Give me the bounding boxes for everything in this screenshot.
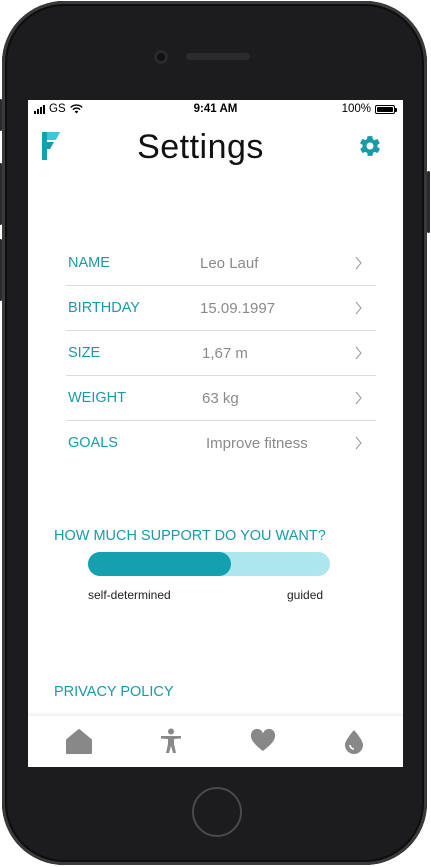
home-button[interactable] [192,787,242,837]
row-size[interactable]: SIZE 1,67 m [66,331,376,376]
row-value: 63 kg [202,389,239,407]
status-bar: GS 9:41 AM 100% [28,100,403,120]
row-value: Leo Lauf [200,254,259,272]
page-title: Settings [137,128,264,166]
chevron-right-icon [355,436,362,450]
support-level-fill [88,552,231,576]
row-weight[interactable]: WEIGHT 63 kg [66,376,376,421]
row-label: BIRTHDAY [68,300,140,316]
chevron-right-icon [355,301,362,315]
power-button [427,171,430,233]
row-label: SIZE [68,345,101,361]
support-heading: HOW MUCH SUPPORT DO YOU WANT? [54,528,326,544]
row-label: GOALS [68,435,118,451]
chevron-right-icon [355,346,362,360]
row-name[interactable]: NAME Leo Lauf [66,241,376,286]
heart-icon[interactable] [250,728,276,754]
slider-max-label: guided [287,588,324,602]
chevron-right-icon [355,391,362,405]
support-level-slider[interactable] [88,552,330,576]
volume-down-button [0,239,2,301]
drop-icon[interactable] [341,728,367,754]
row-label: WEIGHT [68,390,126,406]
bottom-tab-bar [28,716,403,767]
mute-switch [0,99,2,131]
person-icon[interactable] [158,728,184,754]
app-screen: GS 9:41 AM 100% Settings NAME Leo Lauf B… [28,100,403,767]
row-label: NAME [68,255,110,271]
volume-up-button [0,163,2,225]
battery-percent: 100% [341,103,371,115]
privacy-policy-link[interactable]: PRIVACY POLICY [54,684,174,700]
chevron-right-icon [355,256,362,270]
slider-min-label: self-determined [88,588,171,602]
front-camera [154,50,168,64]
row-value: 15.09.1997 [200,299,276,317]
row-value: Improve fitness [206,434,308,452]
row-value: 1,67 m [202,344,248,362]
row-goals[interactable]: GOALS Improve fitness [66,421,376,465]
earpiece-speaker [186,53,250,60]
battery-icon [375,104,397,114]
row-birthday[interactable]: BIRTHDAY 15.09.1997 [66,286,376,331]
profile-settings-list: NAME Leo Lauf BIRTHDAY 15.09.1997 SIZE 1… [66,241,376,465]
home-icon[interactable] [66,728,92,754]
gear-icon[interactable] [358,134,382,158]
